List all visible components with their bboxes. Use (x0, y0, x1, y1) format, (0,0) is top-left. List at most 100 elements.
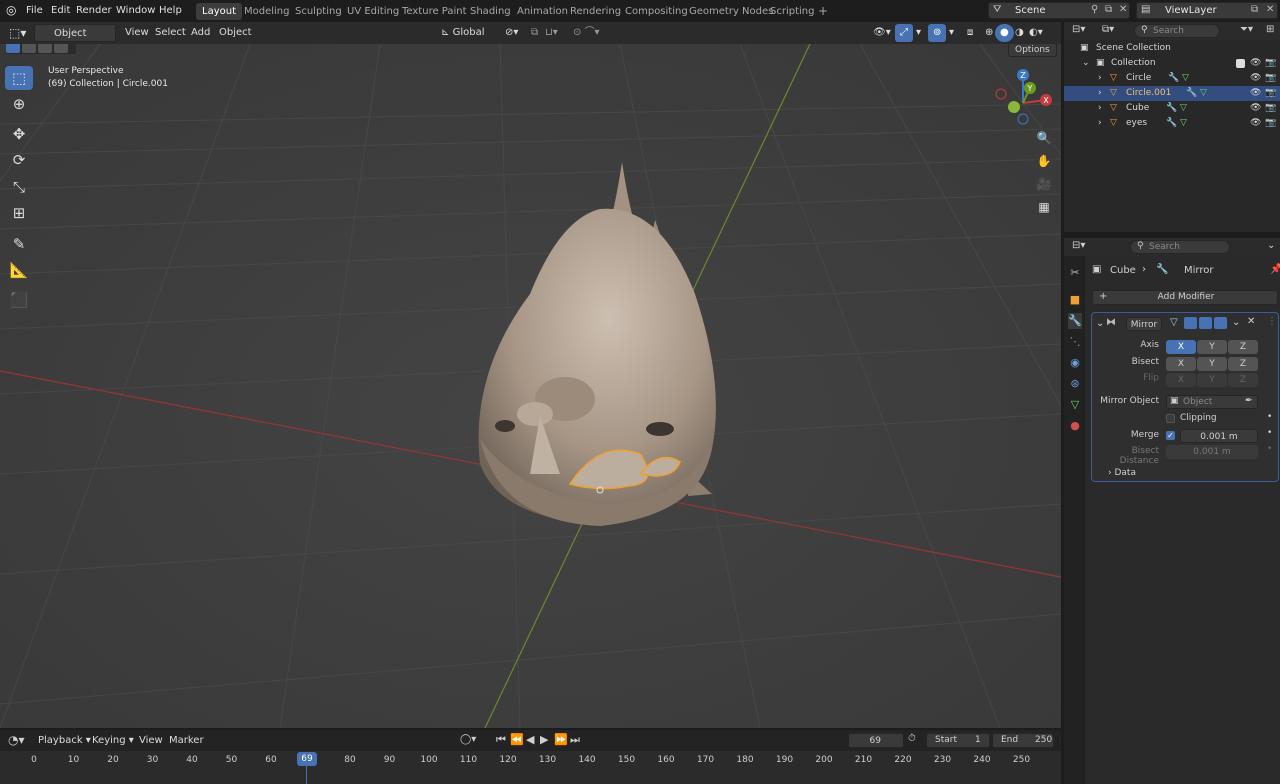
axis-x-toggle[interactable]: X (1166, 340, 1196, 354)
display-mode-icon[interactable]: ⧉▾ (1102, 24, 1114, 35)
eye-icon[interactable]: 👁 (1250, 101, 1261, 116)
camera-view-icon[interactable]: 🎥 (1033, 173, 1055, 195)
menu-edit[interactable]: Edit (47, 3, 74, 19)
start-frame-field[interactable]: Start 1 (926, 733, 990, 748)
particles-tab-icon[interactable]: ⋱ (1068, 334, 1082, 350)
keyframe-dot-icon[interactable]: • (1267, 428, 1272, 438)
expand-icon[interactable]: › (1098, 86, 1102, 101)
material-tab-icon[interactable]: ● (1068, 418, 1082, 434)
tool-tab-icon[interactable]: ✂ (1068, 265, 1082, 281)
tab-shading[interactable]: Shading (464, 3, 517, 20)
playhead-frame[interactable]: 69 (297, 752, 317, 766)
close-icon[interactable]: ✕ (1266, 4, 1274, 15)
collapse-icon[interactable]: ⌄ (1096, 318, 1104, 329)
flip-z-toggle[interactable]: Z (1228, 373, 1258, 387)
chevron-down-icon[interactable]: ⌄ (1232, 317, 1240, 328)
select-new-icon[interactable] (6, 44, 20, 53)
add-cube-tool[interactable]: ⬛ (5, 288, 33, 312)
eye-icon[interactable]: 👁 (1250, 56, 1261, 71)
object-tab-icon[interactable]: ■ (1068, 292, 1082, 308)
bisect-z-toggle[interactable]: Z (1228, 357, 1258, 371)
copy-icon[interactable]: ⧉ (1251, 4, 1258, 15)
mirror-object-field[interactable]: ▣ Object ✒ (1166, 395, 1258, 409)
copy-icon[interactable]: ⧉ (1105, 4, 1112, 15)
cursor-tool[interactable]: ⊕ (5, 92, 33, 116)
tab-modeling[interactable]: Modeling (238, 3, 296, 20)
tab-layout[interactable]: Layout (196, 3, 242, 20)
new-collection-icon[interactable]: ⊞ (1266, 24, 1274, 35)
jump-start-icon[interactable]: ⏮ (496, 733, 506, 747)
flip-y-toggle[interactable]: Y (1197, 373, 1227, 387)
camera-icon[interactable]: 📷 (1265, 116, 1276, 131)
tab-sculpting[interactable]: Sculpting (289, 3, 348, 20)
snap-target-icon[interactable]: ⊔▾ (540, 24, 563, 42)
wrench-icon[interactable]: 🔧 (1166, 116, 1177, 131)
close-icon[interactable]: ✕ (1119, 4, 1127, 15)
jump-end-icon[interactable]: ⏭ (570, 733, 580, 747)
menu-view[interactable]: View (120, 24, 154, 42)
filter-icon[interactable]: ⏷▾ (1240, 24, 1253, 35)
end-frame-field[interactable]: End 250 (992, 733, 1054, 748)
chevron-down-icon[interactable]: ⌄ (1267, 240, 1275, 251)
menu-add[interactable]: Add (186, 24, 215, 42)
overlay-dropdown-icon[interactable]: ▾ (944, 24, 959, 42)
data-tab-icon[interactable]: ▽ (1068, 397, 1082, 413)
wrench-icon[interactable]: 🔧 (1168, 71, 1179, 86)
tab-rendering[interactable]: Rendering (564, 3, 627, 20)
transform-orientation-dropdown[interactable]: ⊾ Global ▾ (436, 24, 496, 56)
flip-x-toggle[interactable]: X (1166, 373, 1196, 387)
viewport-display-icon[interactable] (1199, 317, 1212, 329)
outliner-editor-icon[interactable]: ⊟▾ (1072, 24, 1085, 35)
zoom-icon[interactable]: 🔍 (1033, 127, 1055, 149)
data-subpanel-toggle[interactable]: › Data (1108, 468, 1136, 478)
pivot-icon[interactable]: ⊘▾ (500, 24, 523, 42)
blender-logo-icon[interactable]: ◎ (6, 3, 16, 17)
render-icon[interactable] (1214, 317, 1227, 329)
merge-distance-field[interactable]: 0.001 m (1180, 429, 1258, 443)
expand-icon[interactable]: ⌄ (1082, 56, 1090, 71)
drag-handle-icon[interactable]: ⋮⋮ (1267, 316, 1280, 327)
outliner-object-circle[interactable]: › ▽ Circle 🔧 ▽ 👁 📷 (1064, 71, 1280, 86)
menu-object[interactable]: Object (214, 24, 257, 42)
reverse-play-icon[interactable]: ◀ (526, 733, 534, 746)
eye-icon[interactable]: 👁 (1250, 86, 1261, 101)
menu-marker[interactable]: Marker (164, 732, 209, 750)
rendered-shading-icon[interactable]: ◐▾ (1024, 24, 1048, 42)
timeline-editor-icon[interactable]: ◔▾ (8, 733, 25, 747)
expand-icon[interactable]: › (1098, 116, 1102, 131)
menu-keying[interactable]: Keying ▾ (87, 732, 139, 750)
eye-icon[interactable]: 👁 (1250, 71, 1261, 86)
physics-tab-icon[interactable]: ◉ (1068, 355, 1082, 371)
transform-tool[interactable]: ⊞ (5, 201, 33, 225)
eye-icon[interactable]: 👁 (1250, 116, 1261, 131)
add-modifier-button[interactable]: + Add Modifier (1092, 290, 1278, 305)
3d-viewport[interactable]: User Perspective (69) Collection | Circl… (0, 44, 1061, 728)
bisect-x-toggle[interactable]: X (1166, 357, 1196, 371)
menu-select[interactable]: Select (150, 24, 191, 42)
add-workspace-button[interactable]: + (812, 3, 834, 20)
axis-z-toggle[interactable]: Z (1228, 340, 1258, 354)
modifier-name-field[interactable]: Mirror (1126, 317, 1162, 331)
options-button[interactable]: Options (1008, 44, 1057, 57)
clipping-checkbox[interactable] (1166, 414, 1175, 423)
move-tool[interactable]: ✥ (5, 122, 33, 146)
outliner-object-cube[interactable]: › ▽ Cube 🔧 ▽ 👁 📷 (1064, 101, 1280, 116)
menu-help[interactable]: Help (155, 3, 186, 19)
camera-icon[interactable]: 📷 (1265, 101, 1276, 116)
cage-icon[interactable] (1184, 317, 1197, 329)
pin-icon[interactable]: 📌 (1270, 264, 1280, 275)
keyframe-dot-icon[interactable]: • (1267, 444, 1272, 454)
annotate-tool[interactable]: ✎ (5, 232, 33, 256)
scene-selector[interactable]: ⛛ Scene ⚲ ⧉ ✕ (988, 2, 1130, 19)
eyedropper-icon[interactable]: ✒ (1245, 396, 1253, 406)
outliner-scene-collection[interactable]: ▣ Scene Collection (1064, 41, 1280, 56)
pin-icon[interactable]: ⚲ (1091, 4, 1098, 15)
visibility-icon[interactable]: 👁▾ (868, 24, 896, 42)
close-icon[interactable]: ✕ (1247, 316, 1255, 327)
play-icon[interactable]: ▶ (540, 733, 548, 746)
constraints-tab-icon[interactable]: ⊛ (1068, 376, 1082, 392)
expand-icon[interactable]: › (1098, 71, 1102, 86)
edit-mode-icon[interactable]: ▽ (1170, 317, 1178, 328)
record-icon[interactable]: ◯▾ (460, 734, 476, 745)
current-frame-field[interactable]: 69 (848, 733, 904, 748)
